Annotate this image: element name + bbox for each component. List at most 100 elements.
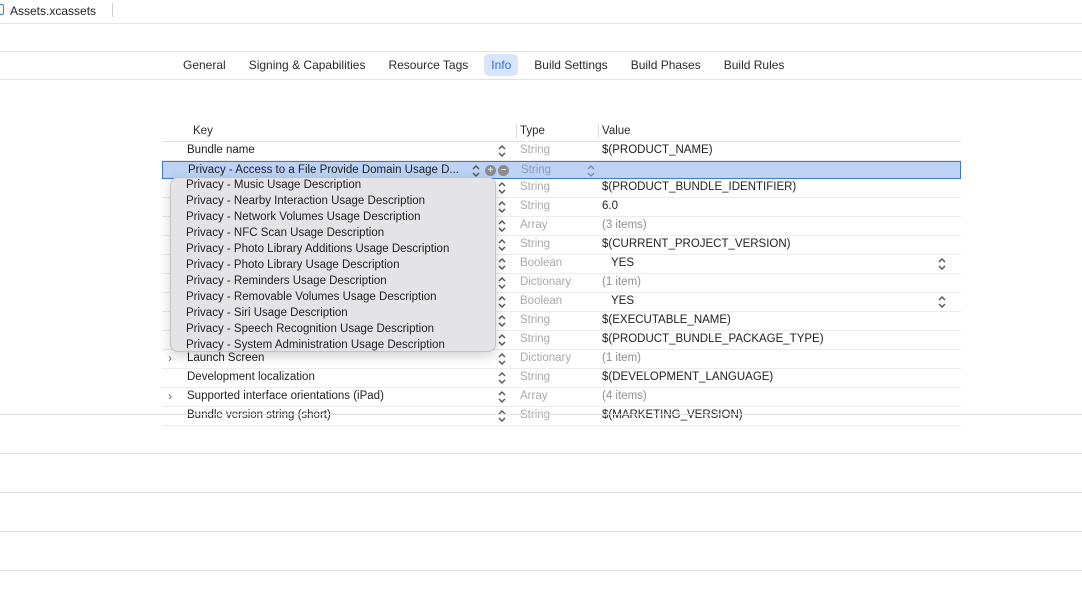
up-down-chevron-icon[interactable] — [472, 164, 480, 178]
tab-build-phases[interactable]: Build Phases — [624, 54, 708, 76]
row-type[interactable]: Boolean — [520, 295, 562, 307]
suggestion-item[interactable]: Privacy - Photo Library Additions Usage … — [186, 243, 449, 255]
tab-info[interactable]: Info — [484, 54, 519, 76]
up-down-chevron-icon[interactable] — [498, 352, 506, 366]
plus-circle-icon[interactable]: + — [485, 165, 496, 176]
table-header: Key Type Value — [162, 120, 961, 142]
row-type[interactable]: String — [520, 144, 550, 156]
suggestion-item[interactable]: Privacy - Photo Library Usage Descriptio… — [186, 259, 399, 271]
asset-catalog-icon — [0, 4, 4, 15]
row-key[interactable]: Launch Screen — [187, 352, 492, 364]
up-down-chevron-icon[interactable] — [498, 314, 506, 328]
row-type[interactable]: String — [520, 314, 550, 326]
divider — [0, 51, 1082, 52]
row-type[interactable]: String — [520, 181, 550, 193]
value-popup-chevron-icon[interactable] — [938, 295, 946, 309]
row-type[interactable]: Boolean — [520, 257, 562, 269]
up-down-chevron-icon[interactable] — [498, 200, 506, 214]
suggestion-item[interactable]: Privacy - Removable Volumes Usage Descri… — [186, 291, 437, 303]
tab-build-settings[interactable]: Build Settings — [527, 54, 614, 76]
disclosure-chevron-icon[interactable]: › — [168, 351, 172, 365]
up-down-chevron-icon[interactable] — [498, 371, 506, 385]
suggestion-item[interactable]: Privacy - Siri Usage Description — [186, 307, 348, 319]
row-type[interactable]: String — [520, 333, 550, 345]
up-down-chevron-icon[interactable] — [498, 295, 506, 309]
table-row[interactable]: › Launch Screen Dictionary (1 item) — [162, 350, 961, 369]
divider — [0, 23, 1082, 24]
row-key[interactable]: Development localization — [187, 371, 492, 383]
row-value[interactable]: (3 items) — [602, 219, 647, 231]
row-value[interactable]: $(DEVELOPMENT_LANGUAGE) — [602, 371, 773, 383]
divider — [0, 570, 1082, 571]
row-type[interactable]: String — [520, 409, 550, 421]
row-value[interactable]: (1 item) — [602, 276, 641, 288]
suggestion-item[interactable]: Privacy - Reminders Usage Description — [186, 275, 387, 287]
row-key[interactable]: Privacy - Access to a File Provide Domai… — [188, 164, 493, 176]
row-type[interactable]: String — [520, 200, 550, 212]
row-value[interactable]: $(PRODUCT_BUNDLE_PACKAGE_TYPE) — [602, 333, 824, 345]
file-bar-separator — [112, 3, 113, 17]
up-down-chevron-icon[interactable] — [498, 238, 506, 252]
row-value[interactable]: (1 item) — [602, 352, 641, 364]
editor-tabs: General Signing & Capabilities Resource … — [176, 54, 800, 76]
row-value[interactable]: YES — [611, 295, 634, 307]
up-down-chevron-icon[interactable] — [498, 181, 506, 195]
row-value[interactable]: $(PRODUCT_BUNDLE_IDENTIFIER) — [602, 181, 796, 193]
column-header-type[interactable]: Type — [520, 125, 545, 137]
minus-circle-icon[interactable]: − — [498, 165, 509, 176]
disclosure-chevron-icon[interactable]: › — [168, 389, 172, 403]
row-type[interactable]: Dictionary — [520, 276, 571, 288]
up-down-chevron-icon[interactable] — [498, 257, 506, 271]
column-header-key[interactable]: Key — [193, 125, 213, 137]
row-value[interactable]: $(MARKETING_VERSION) — [602, 409, 743, 421]
column-divider — [516, 124, 517, 138]
row-type[interactable]: Array — [520, 390, 547, 402]
column-header-value[interactable]: Value — [602, 125, 631, 137]
key-suggestions-popup[interactable]: Privacy - Music Usage Description Privacy… — [170, 177, 496, 352]
suggestion-item[interactable]: Privacy - Network Volumes Usage Descript… — [186, 211, 421, 223]
table-row[interactable]: Bundle version string (short) String $(MAR… — [162, 407, 961, 426]
tab-build-rules[interactable]: Build Rules — [717, 54, 792, 76]
row-type[interactable]: String — [521, 164, 551, 176]
up-down-chevron-icon[interactable] — [498, 276, 506, 290]
up-down-chevron-icon[interactable] — [498, 333, 506, 347]
table-row[interactable]: Development localization String $(DEVELOPM… — [162, 369, 961, 388]
type-up-down-chevron-icon[interactable] — [587, 164, 595, 178]
suggestion-item[interactable]: Privacy - Music Usage Description — [186, 179, 361, 191]
row-type[interactable]: Dictionary — [520, 352, 571, 364]
suggestion-item[interactable]: Privacy - Speech Recognition Usage Descr… — [186, 323, 434, 335]
column-divider — [598, 124, 599, 138]
tab-resource-tags[interactable]: Resource Tags — [381, 54, 475, 76]
divider — [0, 414, 1082, 415]
divider — [0, 453, 1082, 454]
row-key[interactable]: Bundle version string (short) — [187, 409, 492, 421]
row-type[interactable]: String — [520, 238, 550, 250]
suggestion-item[interactable]: Privacy - NFC Scan Usage Description — [186, 227, 384, 239]
up-down-chevron-icon[interactable] — [498, 144, 506, 158]
suggestion-item[interactable]: Privacy - System Administration Usage De… — [186, 339, 445, 351]
row-value[interactable]: $(PRODUCT_NAME) — [602, 144, 713, 156]
file-tab-bar: Assets.xcassets — [0, 0, 1082, 23]
tab-signing-capabilities[interactable]: Signing & Capabilities — [242, 54, 373, 76]
row-type[interactable]: Array — [520, 219, 547, 231]
up-down-chevron-icon[interactable] — [498, 409, 506, 423]
table-row[interactable]: › Supported interface orientations (iPad)… — [162, 388, 961, 407]
row-value[interactable]: $(CURRENT_PROJECT_VERSION) — [602, 238, 791, 250]
divider — [0, 492, 1082, 493]
value-popup-chevron-icon[interactable] — [938, 257, 946, 271]
table-row[interactable]: Bundle name String $(PRODUCT_NAME) — [162, 142, 961, 161]
tab-general[interactable]: General — [176, 54, 233, 76]
divider — [0, 531, 1082, 532]
up-down-chevron-icon[interactable] — [498, 219, 506, 233]
row-value[interactable]: (4 items) — [602, 390, 647, 402]
up-down-chevron-icon[interactable] — [498, 390, 506, 404]
row-key[interactable]: Supported interface orientations (iPad) — [187, 390, 492, 402]
divider — [0, 79, 1082, 80]
row-value[interactable]: YES — [611, 257, 634, 269]
row-key[interactable]: Bundle name — [187, 144, 492, 156]
row-value[interactable]: $(EXECUTABLE_NAME) — [602, 314, 731, 326]
suggestion-item[interactable]: Privacy - Nearby Interaction Usage Descr… — [186, 195, 425, 207]
file-name[interactable]: Assets.xcassets — [10, 4, 96, 18]
row-type[interactable]: String — [520, 371, 550, 383]
row-value[interactable]: 6.0 — [602, 200, 618, 212]
